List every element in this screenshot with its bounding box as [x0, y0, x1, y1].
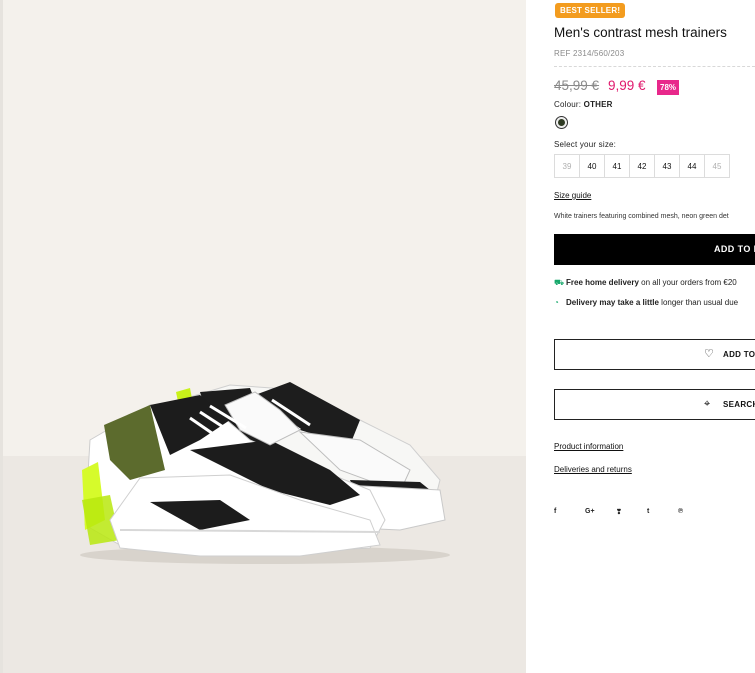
size-selector: 39 40 41 42 43 44 45: [554, 154, 730, 178]
product-image[interactable]: [0, 0, 526, 673]
best-seller-badge: BEST SELLER!: [555, 3, 626, 18]
search-store-label: SEARCH: [723, 400, 755, 409]
sale-price: 9,99 €: [608, 78, 646, 93]
social-share: f G+ ❣ t ℗: [554, 508, 709, 516]
location-pin-icon: ⌖: [704, 398, 711, 410]
add-to-bag-button[interactable]: ADD TO B: [554, 234, 755, 265]
product-title: Men's contrast mesh trainers: [554, 25, 727, 40]
size-option[interactable]: 40: [579, 154, 605, 178]
size-option[interactable]: 41: [604, 154, 630, 178]
wishlist-label: ADD TO: [723, 350, 755, 359]
truck-icon: ⛟: [554, 278, 565, 287]
size-label: Select your size:: [554, 140, 617, 149]
size-option[interactable]: 45: [704, 154, 730, 178]
tumblr-icon[interactable]: t: [647, 508, 678, 516]
google-plus-icon[interactable]: G+: [585, 508, 616, 516]
search-in-store-button[interactable]: ⌖ SEARCH: [554, 389, 755, 420]
twitter-icon[interactable]: ❣: [616, 508, 647, 516]
colour-value: OTHER: [583, 100, 613, 109]
product-info-panel: BEST SELLER! Men's contrast mesh trainer…: [554, 0, 755, 673]
product-reference: REF 2314/560/203: [554, 49, 625, 58]
product-description: White trainers featuring combined mesh, …: [554, 213, 729, 220]
size-option[interactable]: 39: [554, 154, 580, 178]
colour-label-text: Colour:: [554, 100, 582, 109]
pinterest-icon[interactable]: ℗: [678, 508, 709, 516]
size-option[interactable]: 42: [629, 154, 655, 178]
clock-icon: ◔: [554, 298, 559, 307]
free-delivery-note: ⛟ Free home delivery on all your orders f…: [554, 278, 737, 287]
deliveries-returns-link[interactable]: Deliveries and returns: [554, 465, 632, 474]
colour-swatch[interactable]: [555, 116, 568, 129]
add-to-wishlist-button[interactable]: ♡ ADD TO: [554, 339, 755, 370]
divider: [554, 66, 755, 67]
delivery-delay-note: ◔ Delivery may take a little longer than …: [554, 298, 739, 307]
facebook-icon[interactable]: f: [554, 508, 585, 516]
sneaker-illustration: [80, 382, 450, 564]
product-information-link[interactable]: Product information: [554, 442, 623, 451]
colour-label: Colour: OTHER: [554, 100, 613, 109]
size-guide-link[interactable]: Size guide: [554, 191, 591, 200]
discount-badge: 78%: [657, 80, 680, 95]
size-option[interactable]: 43: [654, 154, 680, 178]
heart-icon: ♡: [704, 348, 715, 360]
original-price: 45,99 €: [554, 78, 600, 93]
size-option[interactable]: 44: [679, 154, 705, 178]
add-to-bag-label: ADD TO B: [714, 244, 755, 254]
